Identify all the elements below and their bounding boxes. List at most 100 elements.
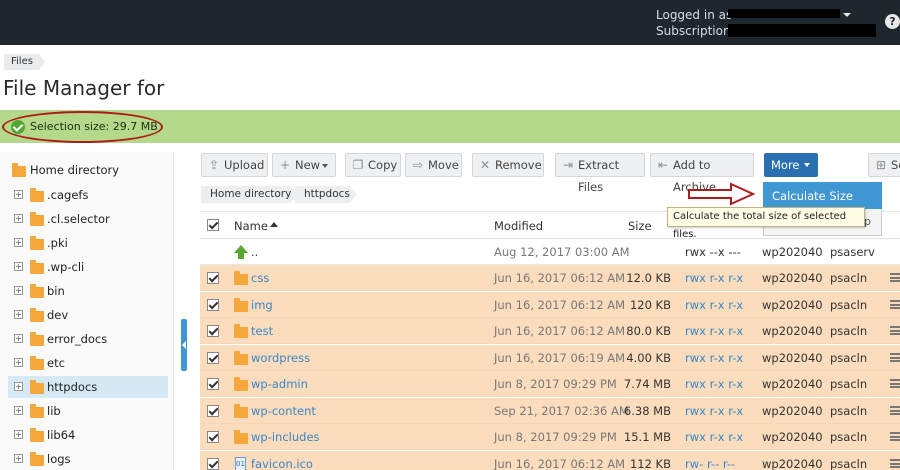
check-circle-icon <box>11 120 25 134</box>
tree-item-httpdocs[interactable]: + httpdocs <box>8 376 168 398</box>
annotation-arrow-icon <box>688 182 756 206</box>
expand-icon[interactable]: + <box>14 286 23 295</box>
remove-button[interactable]: ✕ Remove <box>472 153 544 177</box>
permissions-cell[interactable]: rwx r-x r-x <box>685 298 743 312</box>
file-name[interactable]: favicon.ico <box>251 457 313 470</box>
folder-icon <box>234 298 248 312</box>
tree-item-pki[interactable]: + .pki <box>0 232 168 254</box>
file-name[interactable]: img <box>251 298 273 312</box>
table-row[interactable]: img Jun 16, 2017 06:12 AM 120 KB rwx r-x… <box>200 292 900 318</box>
row-checkbox[interactable] <box>207 299 219 311</box>
expand-icon[interactable]: + <box>14 430 23 439</box>
folder-icon <box>30 404 44 418</box>
modified-cell: Jun 8, 2017 09:29 PM <box>494 377 617 391</box>
expand-icon[interactable]: + <box>14 310 23 319</box>
table-row-parent[interactable]: .. Aug 12, 2017 03:00 AM rwx --x --- wp2… <box>200 239 900 265</box>
expand-icon[interactable]: + <box>14 358 23 367</box>
select-all-checkbox[interactable] <box>207 219 219 231</box>
breadcrumb[interactable]: Files <box>4 54 45 70</box>
path-crumb-home[interactable]: Home directory <box>201 186 297 203</box>
permissions-cell[interactable]: rwx r-x r-x <box>685 324 743 338</box>
size-column-header[interactable]: Size <box>628 219 652 233</box>
tree-item-cagefs[interactable]: + .cagefs <box>0 184 168 206</box>
group-cell: psacln <box>830 324 868 338</box>
row-checkbox[interactable] <box>207 431 219 443</box>
new-button[interactable]: + New <box>272 153 336 177</box>
expand-icon[interactable]: + <box>14 406 23 415</box>
calculate-size-menu-item[interactable]: Calculate Size <box>763 182 882 209</box>
size-cell: 6.38 MB <box>623 404 671 418</box>
row-menu-icon[interactable] <box>890 379 900 388</box>
row-menu-icon[interactable] <box>890 353 900 362</box>
folder-icon <box>234 430 248 444</box>
tree-root-home[interactable]: Home directory <box>30 163 119 177</box>
row-checkbox[interactable] <box>207 378 219 390</box>
file-name[interactable]: wordpress <box>251 351 310 365</box>
row-checkbox[interactable] <box>207 458 219 470</box>
extract-files-button[interactable]: ⇥ Extract Files <box>555 153 645 194</box>
row-menu-icon[interactable] <box>890 406 900 415</box>
panel-collapse-handle[interactable] <box>181 319 187 371</box>
file-name[interactable]: .. <box>251 245 258 259</box>
table-row[interactable]: test Jun 16, 2017 06:12 AM 80.0 KB rwx r… <box>200 318 900 344</box>
expand-icon[interactable]: + <box>14 334 23 343</box>
row-checkbox[interactable] <box>207 325 219 337</box>
row-menu-icon[interactable] <box>890 459 900 468</box>
expand-icon[interactable]: + <box>14 382 23 391</box>
redacted-subscription[interactable] <box>728 24 876 37</box>
tree-item-lib64[interactable]: + lib64 <box>0 424 168 446</box>
tree-item-bin[interactable]: + bin <box>0 280 168 302</box>
table-row[interactable]: 01 favicon.ico Jun 16, 2017 06:12 AM 112… <box>200 451 900 470</box>
row-checkbox[interactable] <box>207 405 219 417</box>
tree-item-dev[interactable]: + dev <box>0 304 168 326</box>
expand-icon[interactable]: + <box>14 190 23 199</box>
modified-column-header[interactable]: Modified <box>494 219 543 233</box>
permissions-cell[interactable]: rwx r-x r-x <box>685 430 743 444</box>
file-name[interactable]: wp-includes <box>251 430 320 444</box>
tree-item-lib[interactable]: + lib <box>0 400 168 422</box>
name-column-header[interactable]: Name <box>234 219 268 233</box>
path-crumb-current[interactable]: httpdocs <box>295 186 357 203</box>
row-checkbox[interactable] <box>207 352 219 364</box>
tree-item-wp-cli[interactable]: + .wp-cli <box>0 256 168 278</box>
expand-icon[interactable]: + <box>14 454 23 463</box>
row-menu-icon[interactable] <box>890 300 900 309</box>
tree-item-etc[interactable]: + etc <box>0 352 168 374</box>
permissions-cell[interactable]: rw- r-- r-- <box>685 457 735 470</box>
help-icon[interactable]: ? <box>885 14 900 29</box>
upload-button[interactable]: ⇪ Upload <box>201 153 268 177</box>
copy-button[interactable]: ❐ Copy <box>345 153 401 177</box>
settings-button[interactable]: ⊞ Se <box>868 153 900 177</box>
row-checkbox[interactable] <box>207 272 219 284</box>
permissions-cell[interactable]: rwx r-x r-x <box>685 351 743 365</box>
file-name[interactable]: css <box>251 271 269 285</box>
expand-icon[interactable]: + <box>14 214 23 223</box>
table-row[interactable]: wordpress Jun 16, 2017 06:19 AM 4.00 KB … <box>200 345 900 371</box>
redacted-username[interactable] <box>728 9 840 18</box>
permissions-cell[interactable]: rwx r-x r-x <box>685 377 743 391</box>
row-menu-icon[interactable] <box>890 273 900 282</box>
file-name[interactable]: test <box>251 324 273 338</box>
expand-icon[interactable]: + <box>14 238 23 247</box>
table-row[interactable]: wp-admin Jun 8, 2017 09:29 PM 7.74 MB rw… <box>200 371 900 397</box>
table-row[interactable]: wp-content Sep 21, 2017 02:36 AM 6.38 MB… <box>200 398 900 424</box>
tree-item-cl-selector[interactable]: + .cl.selector <box>0 208 168 230</box>
up-arrow-icon <box>234 245 248 259</box>
add-to-archive-button[interactable]: ⇤ Add to Archive <box>650 153 754 194</box>
chevron-down-icon[interactable] <box>843 13 851 17</box>
permissions-cell[interactable]: rwx r-x r-x <box>685 404 743 418</box>
row-menu-icon[interactable] <box>890 326 900 335</box>
tree-item-label: .wp-cli <box>47 260 85 274</box>
tree-item-error-docs[interactable]: + error_docs <box>0 328 168 350</box>
table-row[interactable]: wp-includes Jun 8, 2017 09:29 PM 15.1 MB… <box>200 424 900 450</box>
file-name[interactable]: wp-content <box>251 404 316 418</box>
user-cell: wp202040 <box>762 377 823 391</box>
file-name[interactable]: wp-admin <box>251 377 308 391</box>
permissions-cell[interactable]: rwx r-x r-x <box>685 271 743 285</box>
tree-item-logs[interactable]: + logs <box>0 448 168 470</box>
expand-icon[interactable]: + <box>14 262 23 271</box>
table-row[interactable]: css Jun 16, 2017 06:12 AM 12.0 KB rwx r-… <box>200 265 900 291</box>
move-button[interactable]: ⇨ Move <box>405 153 462 177</box>
row-menu-icon[interactable] <box>890 432 900 441</box>
more-button[interactable]: More <box>764 153 818 177</box>
